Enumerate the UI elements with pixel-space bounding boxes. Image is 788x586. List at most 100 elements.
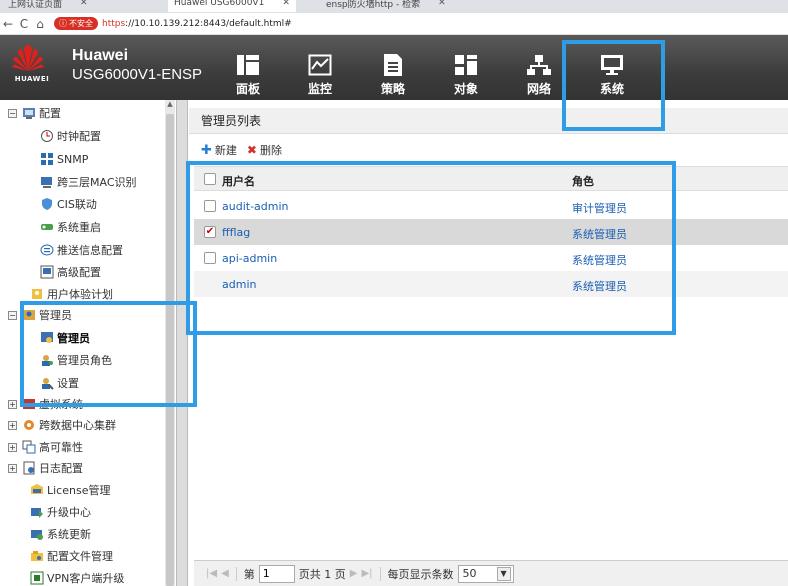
nav-system[interactable]: 系统 [587,50,637,97]
tree-item-settings[interactable]: 设置 [40,373,79,393]
shield-icon [42,198,52,210]
role-link[interactable]: 系统管理员 [572,226,627,242]
home-icon[interactable]: ⌂ [32,17,48,31]
select-all-checkbox[interactable] [204,173,216,185]
tree-item-upgrade[interactable]: 升级中心 [30,502,91,522]
page-number-input[interactable] [258,564,295,583]
nav-monitor[interactable]: 监控 [295,50,345,97]
close-icon[interactable]: ✕ [80,0,88,8]
scroll-thumb[interactable] [166,114,174,586]
network-icon [514,50,564,80]
scroll-up-icon[interactable]: ▲ [165,100,175,112]
role-link[interactable]: 系统管理员 [572,252,627,268]
expand-icon[interactable]: + [8,399,17,409]
back-icon[interactable]: ← [0,17,16,31]
browser-tab[interactable]: 上网认证页面 ✕ [2,0,94,12]
config-icon [23,108,35,119]
tree-item-cis[interactable]: CIS联动 [40,194,97,214]
pagination-bar: |◀ ◀ 第 页共 1 页 ▶ ▶| 每页显示条数 50▼ [194,560,788,586]
tree-item-advanced[interactable]: 高级配置 [40,262,101,282]
tree-item-admin-selected[interactable]: 管理员 [40,328,90,348]
computer-icon [41,177,52,188]
table-row[interactable]: admin 系统管理员 [194,271,788,297]
table-row-selected[interactable]: ✔ ffflag 系统管理员 [194,219,788,245]
browser-tab-active[interactable]: Huawei USG6000V1 ✕ [168,0,296,12]
collapse-icon[interactable]: − [8,310,17,320]
role-link[interactable]: 系统管理员 [572,278,627,294]
dashboard-icon [223,50,273,80]
next-page-icon[interactable]: ▶ [350,568,358,579]
nav-policy[interactable]: 策略 [368,50,418,97]
tree-item-cfgfile[interactable]: 配置文件管理 [30,546,113,566]
tree-item-admin-role[interactable]: 管理员角色 [40,350,112,370]
page-size-select[interactable]: 50 ▼ [457,564,514,583]
tree-node-ha[interactable]: + 高可靠性 [8,437,83,457]
nav-dashboard[interactable]: 面板 [223,50,273,97]
tree-item-clock[interactable]: 时钟配置 [40,126,101,146]
close-icon[interactable]: ✕ [282,0,290,8]
last-page-icon[interactable]: ▶| [361,568,372,579]
monitor-icon [295,50,345,80]
collapse-icon[interactable]: − [8,108,17,118]
tree-item-push[interactable]: 推送信息配置 [40,240,123,260]
username-link[interactable]: audit-admin [222,200,289,213]
nav-object[interactable]: 对象 [441,50,491,97]
chevron-down-icon[interactable]: ▼ [496,566,511,581]
tree-node-vsys[interactable]: + 虚拟系统 [8,394,83,414]
page-title: 管理员列表 [189,108,788,134]
virtual-system-icon [23,399,35,409]
nav-tree: − 配置 时钟配置 SNMP 跨三层MAC识别 CIS联动 系统重启 推送信息配… [0,100,175,586]
delete-button[interactable]: ✖ 删除 [247,142,282,158]
tree-item-license[interactable]: License管理 [30,480,110,500]
app-header: HUAWEI Huawei USG6000V1-ENSP 面板 监控 策略 对象… [0,35,788,100]
tree-item-snmp[interactable]: SNMP [40,149,88,169]
delete-icon: ✖ [246,143,257,157]
tree-item-sysupdate[interactable]: 系统更新 [30,524,91,544]
row-checkbox[interactable] [204,252,216,264]
url-field[interactable]: https://10.10.139.212:8443/default.html# [102,19,292,29]
tree-node-admin[interactable]: − 管理员 [8,305,72,325]
table-row[interactable]: audit-admin 审计管理员 [194,193,788,219]
tree-item-l3mac[interactable]: 跨三层MAC识别 [40,172,137,192]
tree-scrollbar[interactable]: ▲ [165,100,175,586]
tree-item-restart[interactable]: 系统重启 [40,217,101,237]
row-checkbox[interactable] [204,200,216,212]
first-page-icon[interactable]: |◀ [206,568,217,579]
username-link[interactable]: ffflag [222,226,250,239]
role-link[interactable]: 审计管理员 [572,200,627,216]
admin-group-icon [23,310,35,320]
restart-icon [41,224,53,230]
column-username: 用户名 [222,175,255,188]
pane-splitter[interactable] [176,100,188,586]
username-link[interactable]: admin [222,278,256,291]
divider [235,566,237,581]
browser-tabbar: 上网认证页面 ✕ Huawei USG6000V1 ✕ ensp防火墙http - … [0,0,788,13]
tree-node-config[interactable]: − 配置 [8,103,61,123]
insecure-badge[interactable]: ⓘ 不安全 [54,17,98,30]
row-checkbox-checked[interactable]: ✔ [204,226,216,238]
high-availability-icon [22,440,36,454]
new-button[interactable]: ✚ 新建 [201,142,237,158]
browser-tab[interactable]: ensp防火墙http - 检索 ✕ [320,0,452,12]
tree-node-dc-cluster[interactable]: + 跨数据中心集群 [8,415,116,435]
nav-network[interactable]: 网络 [514,50,564,97]
close-icon[interactable]: ✕ [438,0,446,8]
settings-icon [42,378,54,390]
tree-item-ux[interactable]: 用户体验计划 [30,284,113,304]
tree-item-vpn[interactable]: VPN客户端升级 [30,568,124,586]
warning-icon: ⓘ [59,19,67,28]
expand-icon[interactable]: + [8,463,17,473]
policy-icon [368,50,418,80]
expand-icon[interactable]: + [8,420,17,430]
tree-node-log[interactable]: + 日志配置 [8,458,83,478]
expand-icon[interactable]: + [8,442,17,452]
config-file-icon [31,551,43,561]
main-panel: 管理员列表 ✚ 新建 ✖ 删除 用户名 角色 audit-admin 审计管理员 ✔… [189,100,788,586]
prev-page-icon[interactable]: ◀ [221,568,229,579]
username-link[interactable]: api-admin [222,252,277,265]
upgrade-icon [31,508,43,518]
table-row[interactable]: api-admin 系统管理员 [194,245,788,271]
user-experience-icon [32,289,42,299]
log-icon [23,461,35,475]
reload-icon[interactable]: C [16,17,32,31]
